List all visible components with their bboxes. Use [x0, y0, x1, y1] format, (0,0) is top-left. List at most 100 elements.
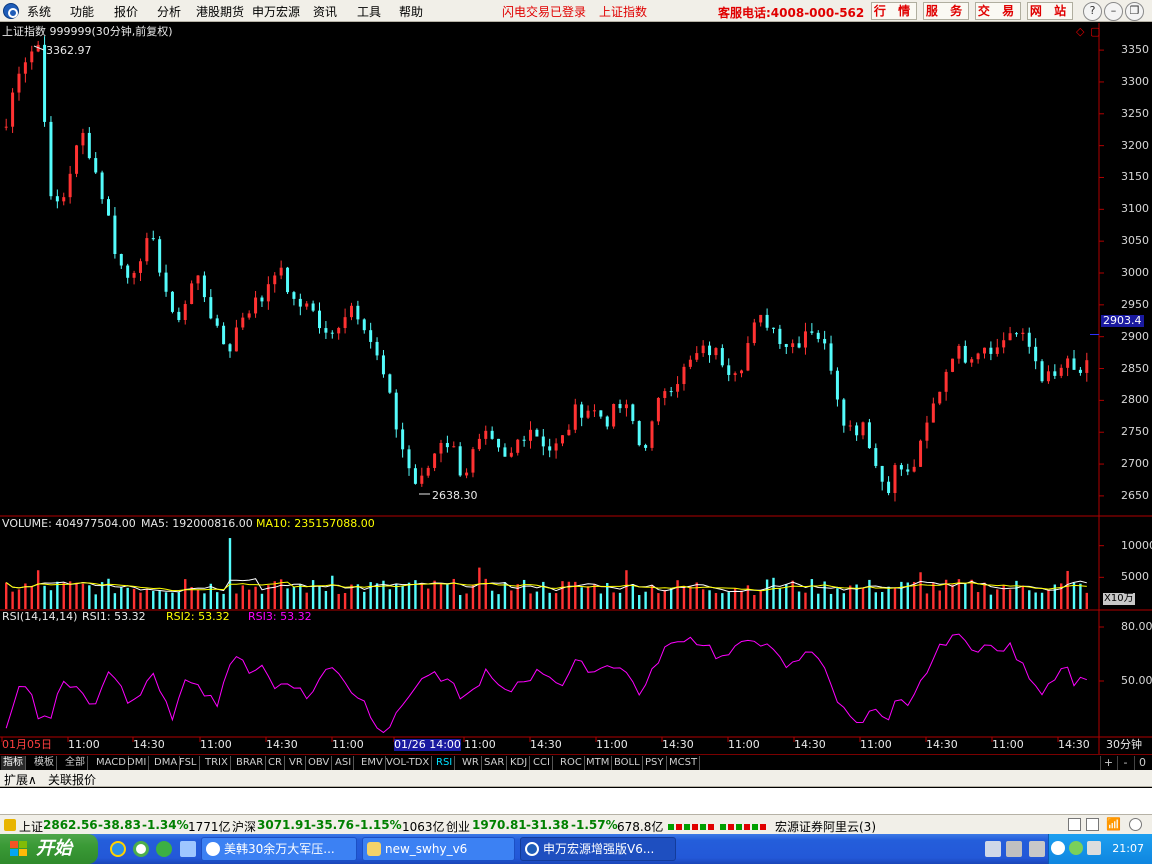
task-browser[interactable]: 美韩30余万大军压... — [201, 837, 357, 861]
indicator-tab-mcst[interactable]: MCST — [667, 756, 701, 770]
menu-hk-futures[interactable]: 港股期货 — [196, 3, 244, 20]
broker-server[interactable]: 宏源证券阿里云(3) — [775, 818, 876, 835]
settings-icon[interactable] — [1129, 818, 1142, 831]
menu-quote[interactable]: 报价 — [114, 3, 138, 20]
restore-icon[interactable]: ❐ — [1125, 2, 1144, 21]
expand-button[interactable]: 扩展∧ — [4, 771, 37, 788]
time-tick-label: 14:30 — [662, 738, 694, 751]
indicator-tab-roc[interactable]: ROC — [558, 756, 585, 770]
tray-expand-icon[interactable] — [1051, 841, 1065, 855]
close-icon[interactable] — [1146, 2, 1152, 21]
candle-body — [87, 132, 91, 159]
chart-options-icon[interactable]: ◇ — [1076, 26, 1084, 38]
indicator-tab-kdj[interactable]: KDJ — [508, 756, 531, 770]
clock[interactable]: 21:07 — [1112, 842, 1144, 855]
quick-button-market[interactable]: 行 情 — [871, 2, 917, 20]
indicator-tab-asi[interactable]: ASI — [333, 756, 355, 770]
candle-body — [388, 374, 392, 393]
indicator-tab-vol-tdx[interactable]: VOL-TDX — [384, 756, 433, 770]
indicator-tab-指标[interactable]: 指标 — [1, 756, 26, 770]
candle-body — [222, 325, 226, 345]
indicator-tab-emv[interactable]: EMV — [359, 756, 386, 770]
candle-body — [1085, 360, 1089, 373]
indicator-tab-dmi[interactable]: DMI — [125, 756, 150, 770]
show-desktop-icon[interactable] — [180, 841, 196, 857]
signal-icon[interactable]: 📶 — [1106, 817, 1121, 831]
quick-button-web[interactable]: 网 站 — [1027, 2, 1073, 20]
indicator-tab-cr[interactable]: CR — [266, 756, 285, 770]
related-quotes-button[interactable]: 关联报价 — [48, 771, 96, 788]
start-button[interactable]: 开始 — [0, 834, 98, 864]
cy-value: 1970.81 — [472, 818, 527, 832]
indicator-tab-boll[interactable]: BOLL — [612, 756, 643, 770]
indicator-tab-brar[interactable]: BRAR — [234, 756, 267, 770]
volume-bar — [145, 589, 149, 609]
quick-button-service[interactable]: 服 务 — [923, 2, 969, 20]
candle-body — [477, 438, 481, 450]
indicator-tab-vr[interactable]: VR — [287, 756, 306, 770]
browser-icon[interactable] — [133, 841, 149, 857]
menu-system[interactable]: 系统 — [27, 3, 51, 20]
indicator-tab-rsi[interactable]: RSI — [434, 756, 456, 770]
lock-icon[interactable] — [4, 819, 16, 831]
volume-bar — [714, 593, 718, 609]
tray-device-icon[interactable] — [985, 841, 1001, 857]
indicator-tab-cci[interactable]: CCI — [531, 756, 553, 770]
panel-toggle-icon[interactable] — [1068, 818, 1081, 831]
menu-info[interactable]: 资讯 — [313, 3, 337, 20]
volume-bar — [925, 593, 929, 609]
volume-bar — [970, 579, 973, 609]
flash-trade-status[interactable]: 闪电交易已登录 — [502, 3, 586, 20]
tab-control-minus[interactable]: - — [1117, 756, 1133, 770]
indicator-tab-模板[interactable]: 模板 — [32, 756, 57, 770]
chrome-icon[interactable] — [156, 841, 172, 857]
task-swhy-app[interactable]: 申万宏源增强版V6... — [520, 837, 676, 861]
menu-swhy[interactable]: 申万宏源 — [252, 3, 300, 20]
tray-security-icon[interactable] — [1069, 841, 1083, 855]
cursor-time-label: 01/26 14:00 — [394, 738, 461, 751]
volume-bar — [158, 591, 161, 609]
candle-body — [318, 310, 322, 329]
indicator-tab-sar[interactable]: SAR — [482, 756, 508, 770]
indicator-tab-mtm[interactable]: MTM — [584, 756, 613, 770]
volume-ma10-line — [5, 581, 1087, 592]
menu-analysis[interactable]: 分析 — [157, 3, 181, 20]
menu-function[interactable]: 功能 — [70, 3, 94, 20]
indicator-tab-wr[interactable]: WR — [460, 756, 482, 770]
indicator-tab-全部[interactable]: 全部 — [63, 756, 88, 770]
indicator-tab-fsl[interactable]: FSL — [177, 756, 200, 770]
tray-network-icon[interactable] — [1029, 841, 1045, 857]
volume-bar — [829, 593, 833, 609]
chart-area[interactable]: 上证指数 999999(30分钟,前复权) ◇ ▢ 3362.97 2638.3… — [0, 23, 1152, 754]
tab-control-plus[interactable]: + — [1100, 756, 1116, 770]
tray-printer-icon[interactable] — [1006, 841, 1022, 857]
candle-body — [177, 311, 181, 320]
candle-body — [925, 422, 929, 441]
indicator-tab-psy[interactable]: PSY — [643, 756, 667, 770]
grid-icon[interactable] — [1086, 818, 1099, 831]
volume-bar — [311, 580, 315, 609]
cy-label: 创业 — [446, 820, 471, 834]
time-tick-label: 14:30 — [133, 738, 165, 751]
ie-icon[interactable] — [110, 841, 126, 857]
tray-volume-icon[interactable] — [1087, 841, 1101, 855]
menu-tools[interactable]: 工具 — [357, 3, 381, 20]
volume-bar — [1072, 582, 1076, 609]
indicator-tab-dma[interactable]: DMA — [152, 756, 181, 770]
menu-help[interactable]: 帮助 — [399, 3, 423, 20]
candle-body — [433, 453, 437, 468]
app-logo-icon[interactable] — [3, 3, 19, 19]
chart-canvas[interactable] — [0, 23, 1152, 754]
quick-button-trade[interactable]: 交 易 — [975, 2, 1021, 20]
indicator-tab-trix[interactable]: TRIX — [203, 756, 231, 770]
chart-window-icon[interactable]: ▢ — [1090, 26, 1100, 38]
candle-body — [701, 345, 705, 354]
indicator-tab-obv[interactable]: OBV — [306, 756, 333, 770]
candle-body — [580, 404, 584, 418]
task-folder[interactable]: new_swhy_v6 — [362, 837, 515, 861]
indicator-tab-macd[interactable]: MACD — [94, 756, 129, 770]
help-icon[interactable]: ? — [1083, 2, 1102, 21]
minimize-icon[interactable]: – — [1104, 2, 1123, 21]
period-label[interactable]: 30分钟 — [1106, 739, 1142, 751]
tab-control-zero[interactable]: 0 — [1134, 756, 1150, 770]
